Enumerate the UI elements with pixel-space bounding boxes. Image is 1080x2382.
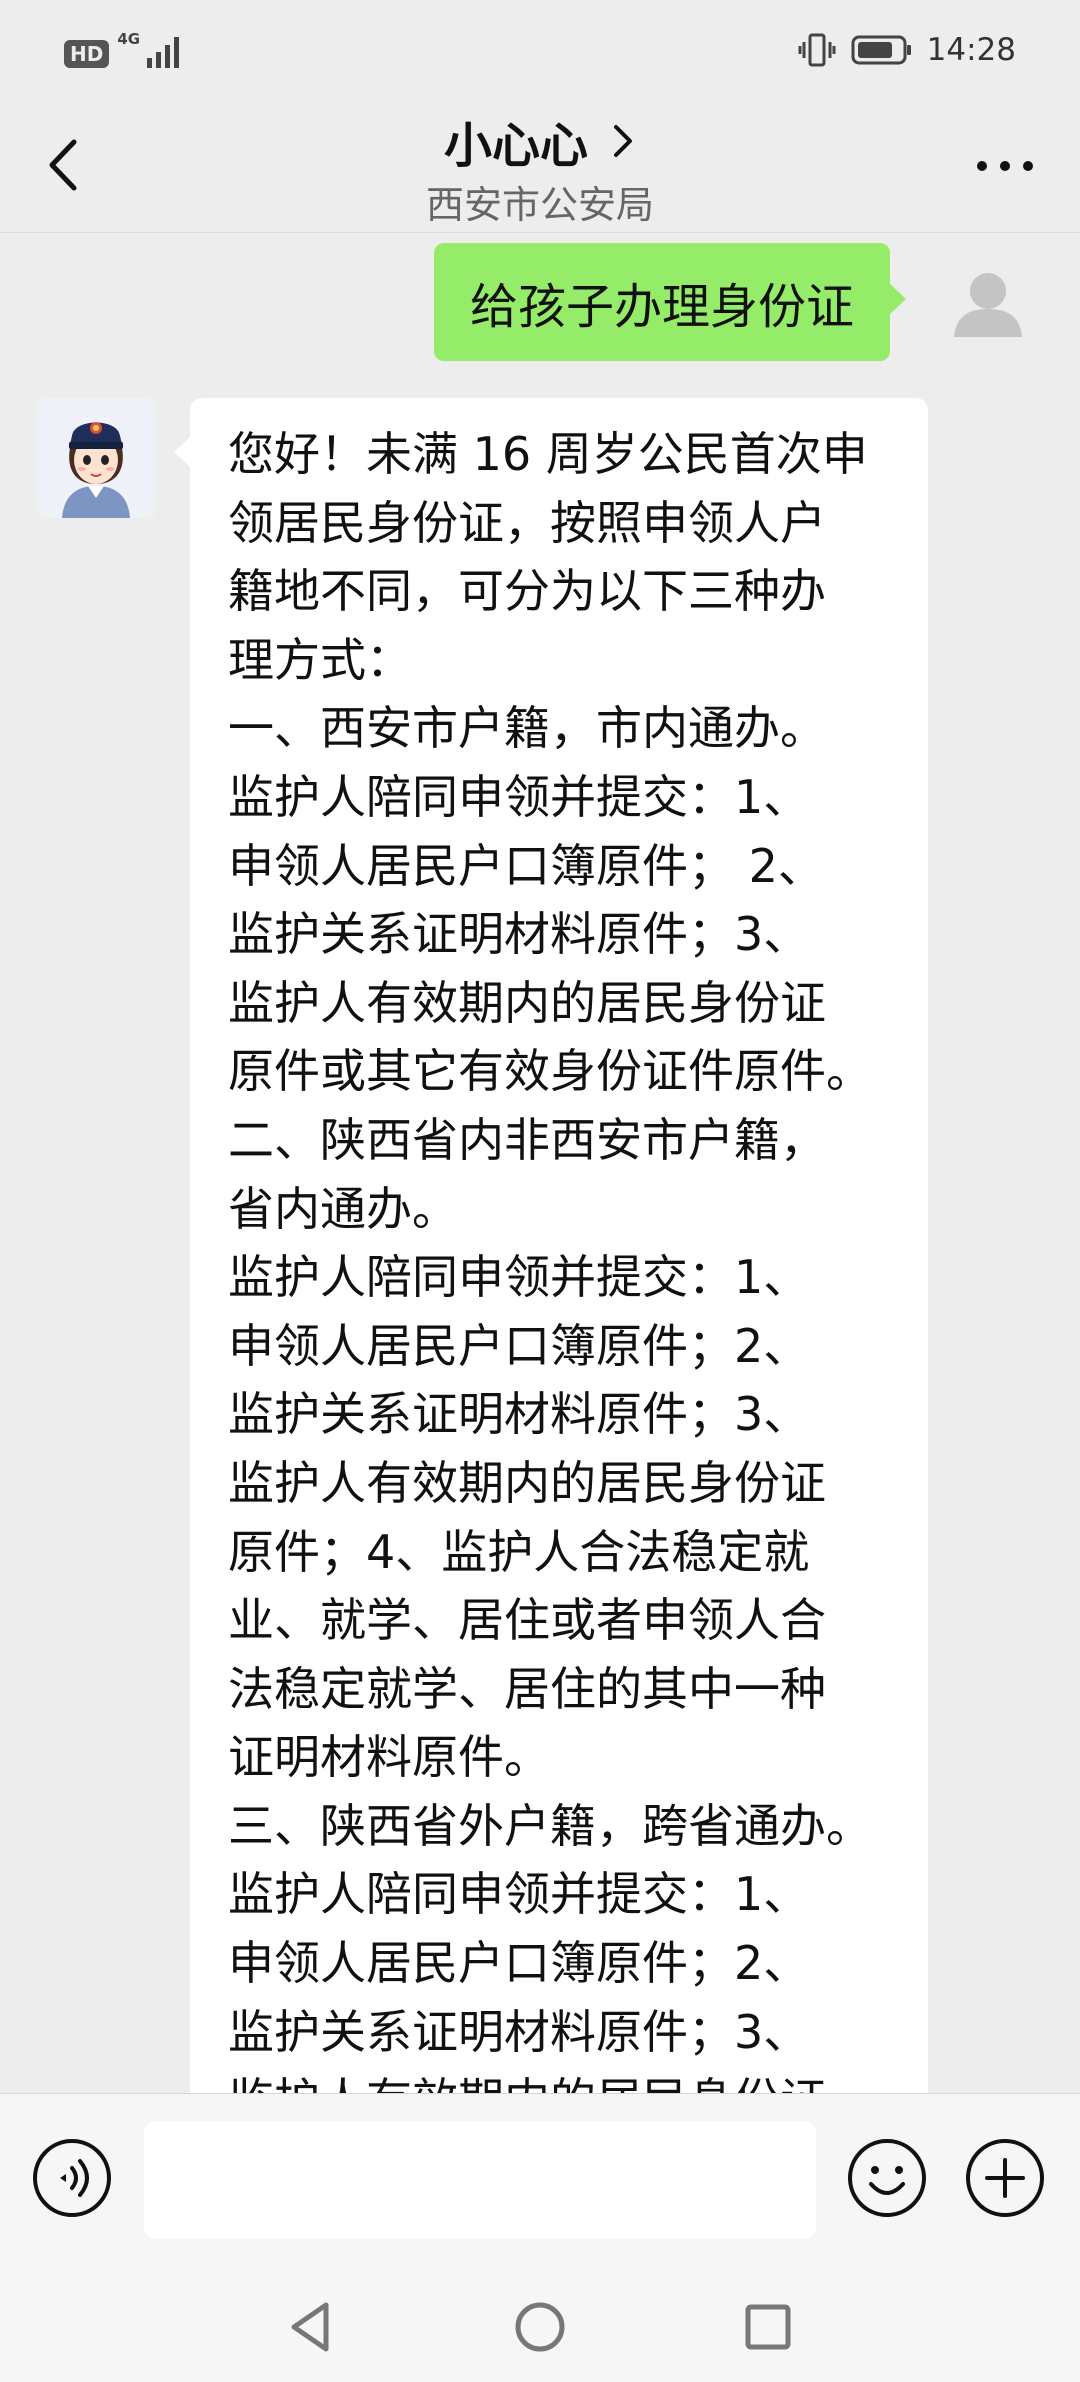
- message-line: 业、就学、居住或者申领人合: [228, 1593, 826, 1648]
- message-line: 省内通办。: [228, 1181, 458, 1236]
- contact-avatar[interactable]: [36, 398, 156, 518]
- message-line: 监护关系证明材料原件；3、: [228, 1387, 810, 1442]
- network-type-label: 4G: [117, 30, 141, 48]
- vibrate-icon: [798, 33, 836, 67]
- message-line: 监护人有效期内的居民身份证: [228, 2066, 928, 2093]
- plus-button[interactable]: [963, 2136, 1047, 2220]
- emoji-icon: [848, 2139, 926, 2217]
- emoji-button[interactable]: [845, 2136, 929, 2220]
- message-line: 一、西安市户籍，市内通办。: [228, 701, 826, 756]
- message-line: 申领人居民户口簿原件； 2、: [228, 838, 824, 893]
- message-line: 监护人有效期内的居民身份证: [228, 1455, 826, 1510]
- message-line: 法稳定就学、居住的其中一种: [228, 1661, 826, 1716]
- voice-icon: [33, 2139, 111, 2217]
- self-avatar[interactable]: [936, 253, 1040, 357]
- system-navigation-bar: [0, 2273, 1080, 2382]
- message-line: 三、陕西省外户籍，跨省通办。: [228, 1798, 872, 1853]
- chevron-right-icon: [614, 125, 632, 157]
- system-home-button[interactable]: [508, 2295, 572, 2359]
- message-line: 领居民身份证，按照申领人户: [228, 495, 826, 550]
- message-line: 二、陕西省内非西安市户籍，: [228, 1112, 826, 1167]
- hd-badge: HD: [64, 40, 110, 68]
- status-right: 14:28: [797, 30, 1016, 70]
- more-dots-icon: [977, 161, 1033, 171]
- message-line: 监护人陪同申领并提交：1、: [228, 1867, 810, 1922]
- circle-home-icon: [515, 2302, 565, 2352]
- input-bar: [0, 2093, 1080, 2274]
- message-line: 监护关系证明材料原件；3、: [228, 907, 810, 962]
- contact-name: 小心心: [443, 118, 588, 174]
- voice-button[interactable]: [30, 2136, 114, 2220]
- message-line: 申领人居民户口簿原件；2、: [228, 1318, 810, 1373]
- chat-header: 小心心 西安市公安局: [0, 104, 1080, 233]
- default-user-avatar-icon: [936, 253, 1040, 357]
- incoming-message[interactable]: 您好！未满 16 周岁公民首次申 领居民身份证，按照申领人户 籍地不同，可分为以…: [174, 398, 928, 2093]
- message-input[interactable]: [144, 2122, 816, 2238]
- status-time: 14:28: [926, 32, 1016, 68]
- message-line: 原件或其它有效身份证件原件。: [228, 1044, 872, 1099]
- signal-indicator: 4G: [117, 30, 187, 74]
- message-line: 原件；4、监护人合法稳定就: [228, 1524, 810, 1579]
- message-line: 监护关系证明材料原件；3、: [228, 2004, 810, 2059]
- message-line: 监护人陪同申领并提交：1、: [228, 1250, 810, 1305]
- triangle-back-icon: [291, 2302, 329, 2352]
- chat-area[interactable]: 给孩子办理身份证 您好！未满 16 周岁公民首次申 领居民身份证，按照申领人户 …: [0, 233, 1080, 2093]
- message-line: 证明材料原件。: [228, 1730, 550, 1785]
- status-bar: HD 4G 14:28: [0, 0, 1080, 104]
- message-line: 理方式：: [228, 632, 412, 687]
- system-recent-button[interactable]: [736, 2295, 800, 2359]
- contact-subtitle: 西安市公安局: [425, 183, 654, 227]
- title-row: 小心心: [0, 106, 1080, 176]
- battery-icon: [851, 35, 911, 65]
- signal-bars-icon: [147, 37, 180, 68]
- square-recent-icon: [745, 2304, 791, 2350]
- status-left: HD 4G: [64, 30, 187, 74]
- outgoing-message[interactable]: 给孩子办理身份证: [433, 243, 907, 361]
- outgoing-message-text: 给孩子办理身份证: [469, 279, 854, 335]
- contact-title-button[interactable]: 小心心: [444, 106, 636, 176]
- message-line: 监护人陪同申领并提交：1、: [228, 769, 810, 824]
- message-line: 您好！未满 16 周岁公民首次申: [228, 427, 868, 481]
- message-line: 籍地不同，可分为以下三种办: [228, 564, 826, 619]
- message-line: 申领人居民户口簿原件；2、: [228, 1936, 810, 1991]
- system-back-button[interactable]: [280, 2295, 344, 2359]
- message-line: 监护人有效期内的居民身份证: [228, 975, 826, 1030]
- plus-icon: [966, 2139, 1044, 2217]
- more-button[interactable]: [970, 136, 1040, 196]
- police-officer-avatar-icon: [36, 398, 156, 518]
